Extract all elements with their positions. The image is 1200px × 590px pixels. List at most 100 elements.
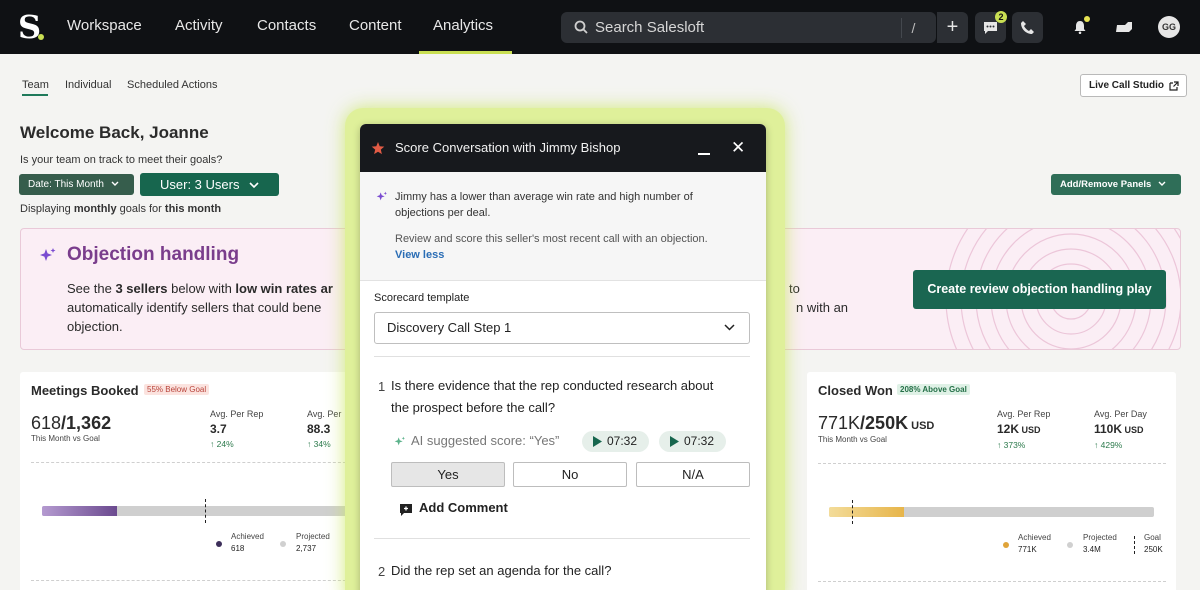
card-title: Meetings Booked [31,383,139,398]
apps-icon[interactable] [1114,20,1134,34]
active-tab-indicator [22,94,48,96]
answer-yes-button[interactable]: Yes [391,462,505,487]
achieved-label: Achieved [231,532,264,541]
question-number: 1 [378,379,386,394]
search-icon [574,20,588,34]
phone-icon [1021,21,1034,34]
separator [374,538,750,539]
goal-marker [205,499,206,523]
tab-scheduled-actions[interactable]: Scheduled Actions [127,79,218,91]
chevron-down-icon [249,182,259,189]
card-title: Closed Won [818,383,893,398]
top-nav: S Workspace Activity Contacts Content An… [0,0,1200,54]
divider [31,462,356,463]
tab-team[interactable]: Team [22,79,49,91]
create-play-button[interactable]: Create review objection handling play [913,270,1166,309]
achieved-dot [1003,542,1009,548]
goal-label: Goal [1144,533,1161,542]
closed-value: 771K/250K USD [818,413,935,433]
question-text: Did the rep set an agenda for the call? [391,563,612,578]
score-conversation-modal: Score Conversation with Jimmy Bishop ✕ J… [360,124,766,590]
nav-analytics[interactable]: Analytics [433,17,493,34]
live-call-studio-button[interactable]: Live Call Studio [1080,74,1187,97]
play-icon [593,436,602,447]
search-input[interactable]: Search Salesloft [595,19,704,36]
minimize-button[interactable] [698,153,710,155]
chevron-down-icon [1158,181,1166,186]
timestamp-label: 07:32 [607,434,638,448]
date-filter-button[interactable]: Date: This Month [19,174,134,195]
search-shortcut: / [901,18,925,38]
meetings-booked-card: Meetings Booked 55% Below Goal 618/1,362… [20,372,365,590]
messages-badge: 2 [995,11,1007,23]
divider [31,580,356,581]
banner-text-right-1: to [789,281,800,296]
goal-question: Is your team on track to meet their goal… [20,154,223,166]
projected-label: Projected [1083,533,1117,542]
status-badge: 208% Above Goal [897,384,970,395]
answer-na-button[interactable]: N/A [636,462,750,487]
projected-value: 2,737 [296,544,317,553]
notification-dot [1084,16,1090,22]
avg-per-day-label: Avg. Per Day [1094,409,1147,419]
external-link-icon [1169,81,1179,91]
add-button[interactable]: + [937,12,968,43]
banner-title: Objection handling [67,244,240,265]
projected-label: Projected [296,532,330,541]
banner-description: See the 3 sellers below with low win rat… [67,281,333,334]
avg-per-day-pct: ↑ 429% [1094,440,1123,450]
search-bar[interactable]: Search Salesloft / [561,12,936,43]
goal-marker [852,500,853,524]
sparkle-icon [40,248,56,261]
divider [818,581,1166,582]
answer-no-button[interactable]: No [513,462,627,487]
nav-activity[interactable]: Activity [175,17,223,34]
avg-per-rep-label: Avg. Per Rep [210,409,264,419]
ai-insight-text-2: Review and score this seller's most rece… [395,233,708,245]
sparkle-icon [394,436,405,446]
ai-insight-panel: Jimmy has a lower than average win rate … [360,172,766,281]
comment-icon [400,504,412,516]
user-filter-button[interactable]: User: 3 Users [140,173,279,196]
meetings-value: 618/1,362 [31,413,112,433]
goal-legend-marker [1134,536,1135,554]
star-icon [371,142,385,155]
avg-per-label: Avg. Per [307,409,342,419]
timestamp-play-button[interactable]: 07:32 [659,431,726,452]
chevron-down-icon [724,324,735,331]
phone-button[interactable] [1012,12,1043,43]
scorecard-label: Scorecard template [374,292,470,304]
user-filter-label: User: 3 Users [160,177,240,192]
active-nav-indicator [419,51,512,54]
salesloft-logo[interactable]: S [18,11,44,43]
nav-contacts[interactable]: Contacts [257,17,316,34]
add-comment-button[interactable]: Add Comment [400,500,508,516]
avg-per-rep-pct: ↑ 373% [997,440,1026,450]
add-remove-panels-button[interactable]: Add/Remove Panels [1051,174,1181,195]
timestamp-play-button[interactable]: 07:32 [582,431,649,452]
tab-individual[interactable]: Individual [65,79,111,91]
logo-letter: S [18,8,42,46]
closed-sub: This Month vs Goal [818,435,887,444]
nav-content[interactable]: Content [349,17,402,34]
achieved-dot [216,541,222,547]
ai-insight-text: Jimmy has a lower than average win rate … [395,191,693,219]
user-avatar[interactable]: GG [1158,16,1180,38]
logo-dot [38,34,44,40]
avg-per-rep-pct: ↑ 24% [210,439,234,449]
welcome-heading: Welcome Back, Joanne [20,123,209,142]
divider [818,463,1166,464]
bell-icon[interactable] [1073,20,1087,34]
achieved-label: Achieved [1018,533,1051,542]
avg-per-rep-value: 12K USD [997,422,1041,436]
add-remove-label: Add/Remove Panels [1060,179,1152,190]
status-badge: 55% Below Goal [144,384,210,395]
scorecard-value: Discovery Call Step 1 [387,320,512,335]
view-less-link[interactable]: View less [395,249,444,261]
banner-text-right-2: n with an [796,300,849,315]
avg-per-rep-value: 3.7 [210,422,227,436]
scorecard-select[interactable]: Discovery Call Step 1 [374,312,750,344]
nav-workspace[interactable]: Workspace [67,17,142,34]
close-button[interactable]: ✕ [731,138,745,158]
projected-value: 3.4M [1083,545,1101,554]
